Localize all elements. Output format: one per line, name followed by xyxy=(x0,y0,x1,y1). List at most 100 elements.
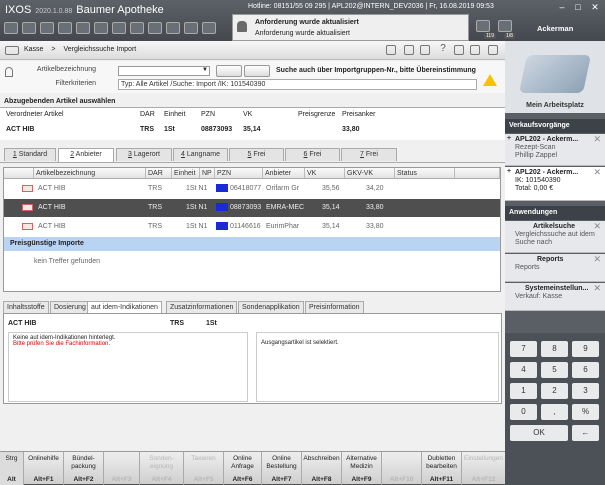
article-input[interactable]: ▼ xyxy=(118,66,210,76)
inbox-icon[interactable] xyxy=(498,20,512,32)
scan-icon[interactable] xyxy=(184,22,198,34)
people-icon[interactable] xyxy=(130,22,144,34)
filter-label: Filterkriterien xyxy=(55,80,96,87)
document-icon[interactable] xyxy=(94,22,108,34)
fkey-onlinehilfe[interactable]: Onlinehilfe Alt+F1 xyxy=(24,452,64,485)
col-pzn[interactable]: PZN xyxy=(215,168,263,179)
close-icon[interactable]: ✕ xyxy=(593,284,601,293)
tab-frei-6[interactable]: 6 Frei xyxy=(285,148,340,161)
app-reports[interactable]: ✕ Reports Reports xyxy=(505,254,605,282)
truck-icon[interactable] xyxy=(76,22,90,34)
fkey-online-anfrage[interactable]: Online Anfrage Alt+F6 xyxy=(224,452,262,485)
calendar-icon[interactable] xyxy=(148,22,162,34)
filter-field[interactable]: Typ: Alle Artikel /Suche: Import /IK: 10… xyxy=(118,79,477,90)
search-button[interactable] xyxy=(216,65,242,77)
key-1[interactable]: 1 xyxy=(510,383,537,399)
breadcrumb-kasse[interactable]: Kasse xyxy=(24,46,43,53)
key-percent[interactable]: % xyxy=(572,404,599,420)
col-status[interactable]: Status xyxy=(395,168,455,179)
tab-inhaltsstoffe[interactable]: Inhaltsstoffe xyxy=(3,301,49,313)
table-row-selected[interactable]: ACT HIB TRS 1St N1 08873093 EMRA-MEC 35,… xyxy=(4,199,500,217)
fkey-taxieren: Taxieren Alt+F5 xyxy=(184,452,224,485)
key-2[interactable]: 2 xyxy=(541,383,568,399)
tab-frei-5[interactable]: 5 Frei xyxy=(229,148,284,161)
fkey-dubletten-bearbeiten[interactable]: Dubletten bearbeiten Alt+F11 xyxy=(422,452,462,485)
tab-anbieter[interactable]: 2 Anbieter xyxy=(58,148,114,162)
list-icon[interactable] xyxy=(420,45,430,55)
mein-arbeitsplatz-tile[interactable]: Mein Arbeitsplatz xyxy=(505,41,605,113)
tab-zusatzinformationen[interactable]: Zusatzinformationen xyxy=(166,301,238,313)
key-backspace[interactable]: ← xyxy=(572,425,599,441)
minimize-button[interactable]: – xyxy=(554,2,570,12)
chart-icon[interactable] xyxy=(112,22,126,34)
bottle-icon[interactable] xyxy=(166,22,180,34)
key-0[interactable]: 0 xyxy=(510,404,537,420)
pill-icon[interactable] xyxy=(22,22,36,34)
fkey-strg[interactable]: Strg Alt xyxy=(0,452,24,485)
user-name[interactable]: Ackerman xyxy=(537,24,573,33)
tab-langname[interactable]: 4 Langname xyxy=(173,148,228,161)
col-vk[interactable]: VK xyxy=(305,168,345,179)
print-icon[interactable] xyxy=(454,45,464,55)
cash-icon[interactable] xyxy=(40,22,54,34)
key-6[interactable]: 6 xyxy=(572,362,599,378)
group-header-preisguenstige-importe[interactable]: Preisgünstige Importe xyxy=(4,237,500,251)
key-comma[interactable]: , xyxy=(541,404,568,420)
col-gkv-vk[interactable]: GKV-VK xyxy=(345,168,395,179)
tab-lagerort[interactable]: 3 Lagerort xyxy=(116,148,172,161)
notification-box[interactable]: Anforderung wurde aktualisiert Anforderu… xyxy=(232,14,469,41)
back-arrow-icon[interactable] xyxy=(5,46,19,55)
mail-icon[interactable] xyxy=(476,20,490,32)
clear-button[interactable] xyxy=(244,65,270,77)
close-window-button[interactable]: ✕ xyxy=(587,2,603,12)
sale-item-2[interactable]: + ✕ APL202 - Ackerm... IK: 101540390 Tot… xyxy=(505,167,605,201)
fkey-abschreiben[interactable]: Abschreiben Alt+F8 xyxy=(302,452,342,485)
search-hint: Suche auch über Importgruppen-Nr., bitte… xyxy=(276,67,476,74)
help-icon[interactable]: ? xyxy=(438,44,448,55)
close-icon[interactable]: ✕ xyxy=(593,255,601,264)
tab-sondenapplikation[interactable]: Sondenapplikation xyxy=(238,301,304,313)
tab-dosierung[interactable]: Dosierung xyxy=(50,301,90,313)
key-7[interactable]: 7 xyxy=(510,341,537,357)
close-icon[interactable]: ✕ xyxy=(593,168,601,177)
fkey-online-bestellung[interactable]: Online Bestellung Alt+F7 xyxy=(262,452,302,485)
grid-icon[interactable] xyxy=(488,45,498,55)
col-np[interactable]: NP xyxy=(200,168,215,179)
app-artikelsuche[interactable]: ✕ Artikelsuche Vergleichssuche aut idem … xyxy=(505,221,605,253)
stock-indicator-icon xyxy=(216,222,228,231)
cogs-icon[interactable] xyxy=(202,22,216,34)
tab-standard[interactable]: 1 Standard xyxy=(4,148,56,161)
fkey-alternative-medizin[interactable]: Alternative Medizin Alt+F9 xyxy=(342,452,382,485)
key-4[interactable]: 4 xyxy=(510,362,537,378)
chevron-down-icon[interactable]: ▼ xyxy=(202,67,208,73)
sale-item-1[interactable]: + ✕ APL202 - Ackerm... Rezept-Scan Phill… xyxy=(505,134,605,166)
tab-preisinformation[interactable]: Preisinformation xyxy=(305,301,364,313)
section-title: Abzugebenden Artikel auswählen xyxy=(4,98,116,105)
col-dar[interactable]: DAR xyxy=(146,168,172,179)
key-ok[interactable]: OK xyxy=(510,425,568,441)
box-icon[interactable] xyxy=(58,22,72,34)
close-icon[interactable]: ✕ xyxy=(593,222,601,231)
hotline-info: Hotline: 08151/55 09 295 | APL202@INTERN… xyxy=(248,3,494,10)
key-8[interactable]: 8 xyxy=(541,341,568,357)
edit-icon[interactable] xyxy=(404,45,414,55)
col-anbieter[interactable]: Anbieter xyxy=(263,168,305,179)
app-systemeinstellungen[interactable]: ✕ Systemeinstellun... Verkauf: Kasse xyxy=(505,283,605,311)
maximize-button[interactable]: □ xyxy=(570,2,586,12)
tab-aut-idem-indikationen[interactable]: aut idem-Indikationen xyxy=(87,301,162,313)
table-row[interactable]: ACT HIB TRS 1St N1 01146616 EurimPhar 35… xyxy=(4,218,500,236)
close-icon[interactable]: ✕ xyxy=(593,135,601,144)
copy-icon[interactable] xyxy=(386,45,396,55)
cart-icon[interactable] xyxy=(4,22,18,34)
key-5[interactable]: 5 xyxy=(541,362,568,378)
col-artikelbezeichnung[interactable]: Artikelbezeichnung xyxy=(34,168,146,179)
user-count-badge: 1/8 xyxy=(504,33,515,39)
tab-frei-7[interactable]: 7 Frei xyxy=(341,148,397,161)
col-einheit[interactable]: Einheit xyxy=(172,168,200,179)
fkey-buendelpackung[interactable]: Bündel- packung Alt+F2 xyxy=(64,452,104,485)
tools-icon[interactable] xyxy=(470,45,480,55)
function-key-bar: Strg Alt Onlinehilfe Alt+F1 Bündel- packun… xyxy=(0,451,505,485)
key-9[interactable]: 9 xyxy=(572,341,599,357)
table-row[interactable]: ACT HIB TRS 1St N1 06418077 Orifarm Gr 3… xyxy=(4,180,500,198)
key-3[interactable]: 3 xyxy=(572,383,599,399)
